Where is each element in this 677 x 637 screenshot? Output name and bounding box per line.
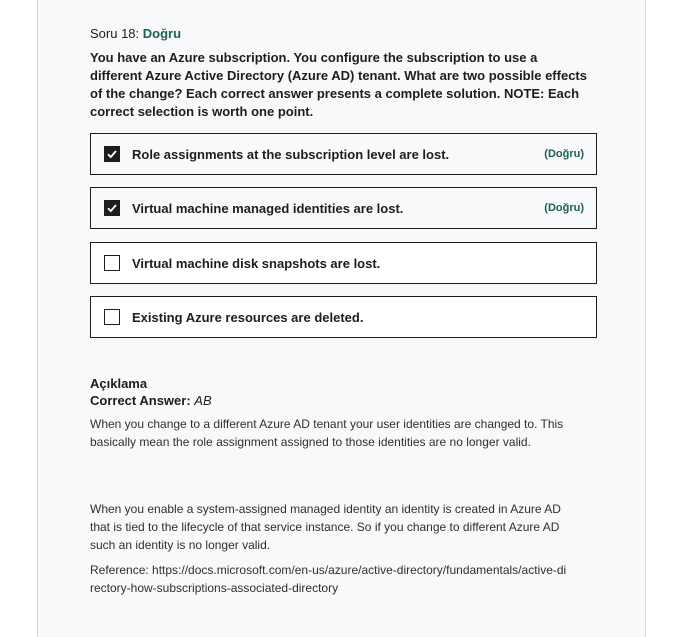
question-text: You have an Azure subscription. You conf… (90, 50, 587, 119)
checkbox-checked-icon[interactable] (104, 200, 120, 216)
option-label: Virtual machine disk snapshots are lost. (132, 255, 381, 271)
explanation-paragraph-1: When you change to a different Azure AD … (90, 417, 564, 449)
question-panel: Soru 18: Doğru You have an Azure subscri… (37, 0, 646, 637)
correct-answer-label: Correct Answer: (90, 393, 191, 408)
correct-answer: Correct Answer: AB (90, 393, 212, 408)
reference-link[interactable]: Reference: https://docs.microsoft.com/en… (90, 561, 570, 597)
correct-mark: (Doğru) (544, 148, 584, 160)
explanation-title: Açıklama (90, 376, 148, 391)
correct-mark: (Doğru) (544, 202, 584, 214)
question-header: Soru 18: Doğru (90, 26, 181, 41)
option-label: Virtual machine managed identities are l… (132, 200, 404, 216)
checkbox-checked-icon[interactable] (104, 146, 120, 162)
option-c[interactable]: Virtual machine disk snapshots are lost. (90, 242, 597, 284)
question-status: Doğru (142, 26, 182, 41)
correct-answer-value: AB (194, 393, 212, 408)
option-b[interactable]: Virtual machine managed identities are l… (90, 187, 597, 229)
checkbox-icon[interactable] (104, 309, 120, 325)
option-d[interactable]: Existing Azure resources are deleted. (90, 296, 597, 338)
question-number: Soru 18: (90, 26, 140, 41)
option-label: Role assignments at the subscription lev… (132, 146, 450, 162)
checkbox-icon[interactable] (104, 255, 120, 271)
option-label: Existing Azure resources are deleted. (132, 309, 364, 325)
option-a[interactable]: Role assignments at the subscription lev… (90, 133, 597, 175)
explanation-paragraph-2: When you enable a system-assigned manage… (90, 502, 561, 552)
